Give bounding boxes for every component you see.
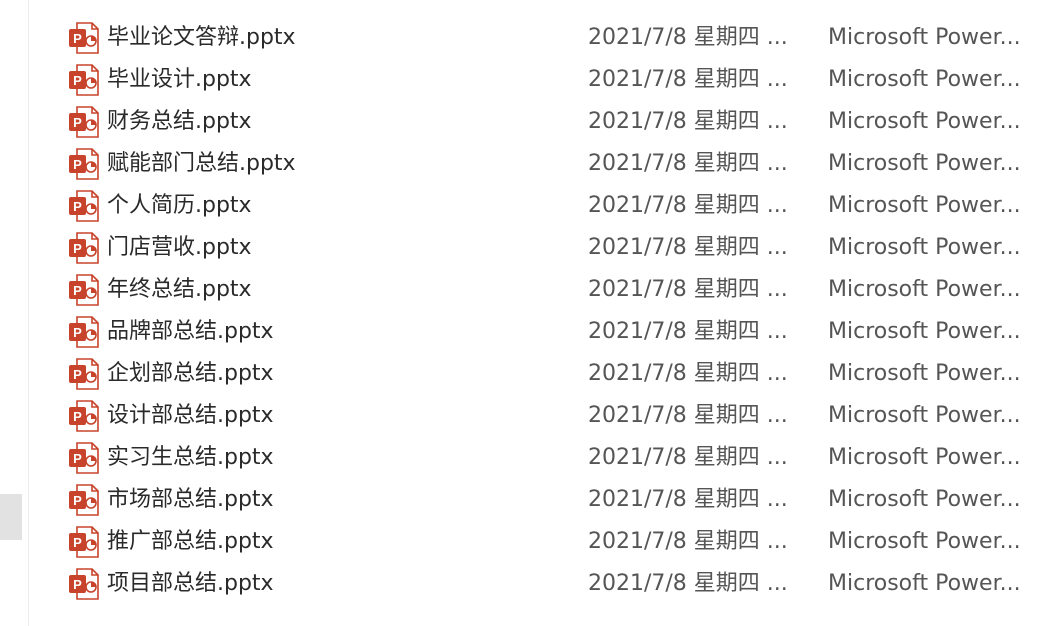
svg-text:P: P xyxy=(73,535,82,550)
file-name: 门店营收.pptx xyxy=(107,235,252,260)
file-date-modified: 2021/7/8 星期四 ... xyxy=(588,151,788,176)
pptx-file-icon: P xyxy=(67,272,101,308)
svg-text:P: P xyxy=(73,577,82,592)
pptx-file-icon: P xyxy=(67,188,101,224)
file-date-modified: 2021/7/8 星期四 ... xyxy=(588,277,788,302)
svg-text:P: P xyxy=(73,241,82,256)
file-row[interactable]: P 个人简历.pptx 2021/7/8 星期四 ... Microsoft P… xyxy=(28,185,1054,227)
file-row[interactable]: P 赋能部门总结.pptx 2021/7/8 星期四 ... Microsoft… xyxy=(28,143,1054,185)
file-name: 赋能部门总结.pptx xyxy=(107,151,296,176)
pptx-file-icon: P xyxy=(67,398,101,434)
pptx-file-icon: P xyxy=(67,146,101,182)
file-type: Microsoft Power... xyxy=(828,445,1021,470)
navigation-pane-scrollbar-thumb[interactable] xyxy=(0,494,22,540)
file-type: Microsoft Power... xyxy=(828,403,1021,428)
file-date-modified: 2021/7/8 星期四 ... xyxy=(588,25,788,50)
file-name: 项目部总结.pptx xyxy=(107,571,274,596)
svg-text:P: P xyxy=(73,283,82,298)
pptx-file-icon: P xyxy=(67,314,101,350)
file-type: Microsoft Power... xyxy=(828,529,1021,554)
file-name: 品牌部总结.pptx xyxy=(107,319,274,344)
file-type: Microsoft Power... xyxy=(828,487,1021,512)
svg-text:P: P xyxy=(73,73,82,88)
file-date-modified: 2021/7/8 星期四 ... xyxy=(588,571,788,596)
pptx-file-icon: P xyxy=(67,20,101,56)
file-list: P 毕业论文答辩.pptx 2021/7/8 星期四 ... Microsoft… xyxy=(28,17,1054,605)
file-row[interactable]: P 财务总结.pptx 2021/7/8 星期四 ... Microsoft P… xyxy=(28,101,1054,143)
svg-text:P: P xyxy=(73,199,82,214)
svg-text:P: P xyxy=(73,115,82,130)
file-date-modified: 2021/7/8 星期四 ... xyxy=(588,235,788,260)
file-type: Microsoft Power... xyxy=(828,67,1021,92)
file-date-modified: 2021/7/8 星期四 ... xyxy=(588,109,788,134)
navigation-pane-edge xyxy=(0,0,29,626)
pptx-file-icon: P xyxy=(67,104,101,140)
file-row[interactable]: P 市场部总结.pptx 2021/7/8 星期四 ... Microsoft … xyxy=(28,479,1054,521)
file-row[interactable]: P 实习生总结.pptx 2021/7/8 星期四 ... Microsoft … xyxy=(28,437,1054,479)
file-date-modified: 2021/7/8 星期四 ... xyxy=(588,403,788,428)
file-row[interactable]: P 毕业设计.pptx 2021/7/8 星期四 ... Microsoft P… xyxy=(28,59,1054,101)
svg-text:P: P xyxy=(73,367,82,382)
file-name: 个人简历.pptx xyxy=(107,193,252,218)
file-date-modified: 2021/7/8 星期四 ... xyxy=(588,193,788,218)
file-date-modified: 2021/7/8 星期四 ... xyxy=(588,319,788,344)
file-name: 毕业设计.pptx xyxy=(107,67,252,92)
svg-text:P: P xyxy=(73,31,82,46)
pptx-file-icon: P xyxy=(67,62,101,98)
file-name: 毕业论文答辩.pptx xyxy=(107,25,296,50)
svg-text:P: P xyxy=(73,451,82,466)
file-name: 市场部总结.pptx xyxy=(107,487,274,512)
svg-text:P: P xyxy=(73,325,82,340)
file-name: 年终总结.pptx xyxy=(107,277,252,302)
svg-text:P: P xyxy=(73,493,82,508)
file-type: Microsoft Power... xyxy=(828,25,1021,50)
file-date-modified: 2021/7/8 星期四 ... xyxy=(588,445,788,470)
file-name: 企划部总结.pptx xyxy=(107,361,274,386)
file-date-modified: 2021/7/8 星期四 ... xyxy=(588,67,788,92)
pptx-file-icon: P xyxy=(67,482,101,518)
file-row[interactable]: P 推广部总结.pptx 2021/7/8 星期四 ... Microsoft … xyxy=(28,521,1054,563)
file-name: 推广部总结.pptx xyxy=(107,529,274,554)
file-row[interactable]: P 毕业论文答辩.pptx 2021/7/8 星期四 ... Microsoft… xyxy=(28,17,1054,59)
file-row[interactable]: P 项目部总结.pptx 2021/7/8 星期四 ... Microsoft … xyxy=(28,563,1054,605)
pptx-file-icon: P xyxy=(67,440,101,476)
pptx-file-icon: P xyxy=(67,356,101,392)
file-type: Microsoft Power... xyxy=(828,193,1021,218)
file-row[interactable]: P 年终总结.pptx 2021/7/8 星期四 ... Microsoft P… xyxy=(28,269,1054,311)
svg-text:P: P xyxy=(73,157,82,172)
file-date-modified: 2021/7/8 星期四 ... xyxy=(588,361,788,386)
file-row[interactable]: P 门店营收.pptx 2021/7/8 星期四 ... Microsoft P… xyxy=(28,227,1054,269)
file-type: Microsoft Power... xyxy=(828,361,1021,386)
file-name: 设计部总结.pptx xyxy=(107,403,274,428)
file-date-modified: 2021/7/8 星期四 ... xyxy=(588,529,788,554)
pptx-file-icon: P xyxy=(67,524,101,560)
file-row[interactable]: P 品牌部总结.pptx 2021/7/8 星期四 ... Microsoft … xyxy=(28,311,1054,353)
file-type: Microsoft Power... xyxy=(828,235,1021,260)
file-date-modified: 2021/7/8 星期四 ... xyxy=(588,487,788,512)
file-type: Microsoft Power... xyxy=(828,571,1021,596)
file-type: Microsoft Power... xyxy=(828,319,1021,344)
svg-text:P: P xyxy=(73,409,82,424)
file-type: Microsoft Power... xyxy=(828,151,1021,176)
file-name: 财务总结.pptx xyxy=(107,109,252,134)
file-type: Microsoft Power... xyxy=(828,277,1021,302)
pptx-file-icon: P xyxy=(67,566,101,602)
file-name: 实习生总结.pptx xyxy=(107,445,274,470)
file-row[interactable]: P 企划部总结.pptx 2021/7/8 星期四 ... Microsoft … xyxy=(28,353,1054,395)
file-row[interactable]: P 设计部总结.pptx 2021/7/8 星期四 ... Microsoft … xyxy=(28,395,1054,437)
file-type: Microsoft Power... xyxy=(828,109,1021,134)
pptx-file-icon: P xyxy=(67,230,101,266)
